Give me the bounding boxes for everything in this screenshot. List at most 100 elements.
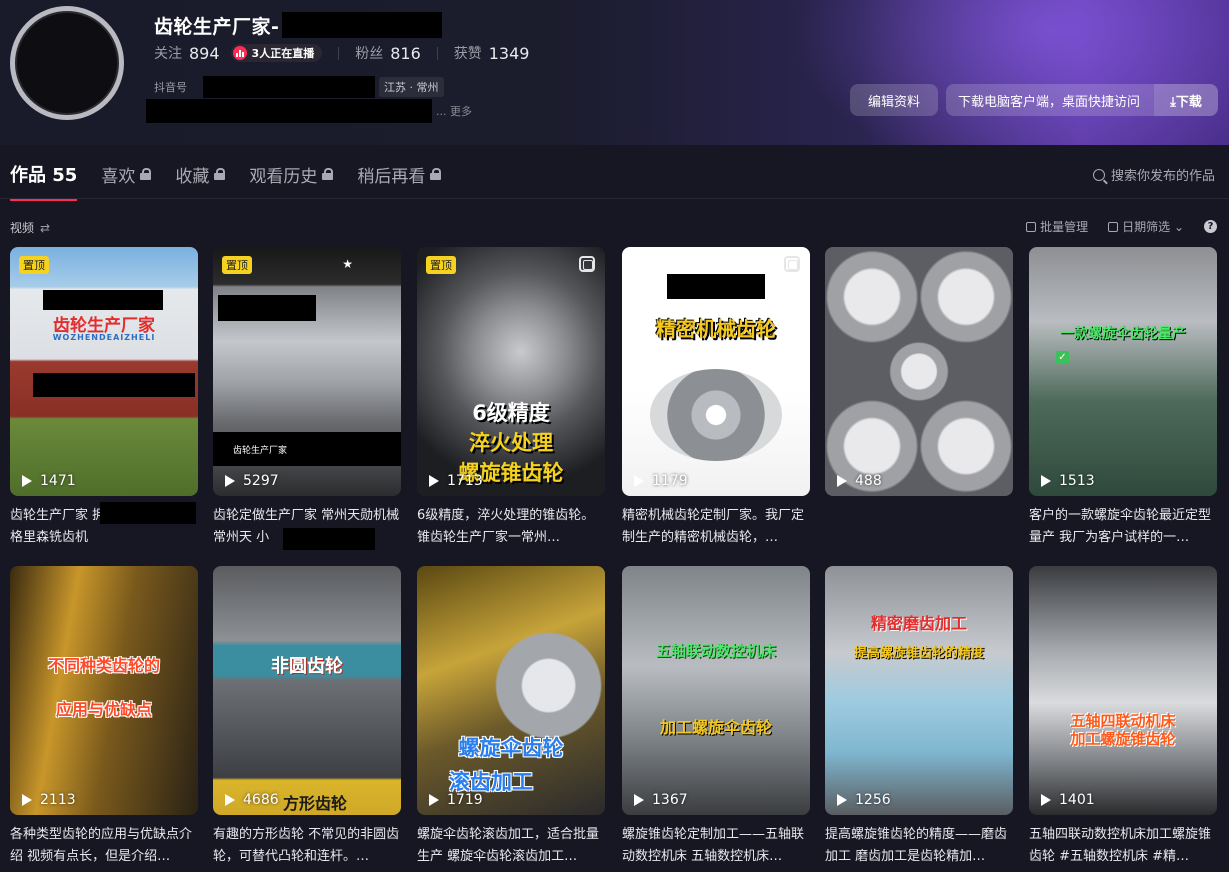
- play-count: 5297: [225, 473, 279, 489]
- follow-count[interactable]: 894: [189, 44, 220, 63]
- video-thumbnail[interactable]: 精密机械齿轮 1179: [622, 247, 810, 496]
- lock-icon: [322, 168, 334, 180]
- multi-image-icon: [579, 256, 595, 272]
- download-client-banner[interactable]: 下载电脑客户端，桌面快捷访问 ⤓下载: [946, 84, 1218, 116]
- play-icon: [225, 794, 235, 806]
- video-description[interactable]: 精密机械齿轮定制厂家。我厂定制生产的精密机械齿轮，…: [622, 505, 810, 549]
- video-description[interactable]: 提高螺旋锥齿轮的精度——磨齿加工 磨齿加工是齿轮精加…: [825, 824, 1013, 868]
- help-icon[interactable]: ?: [1204, 220, 1217, 233]
- video-card[interactable]: 6级精度 淬火处理 螺旋锥齿轮 置顶 1713 6级精度，淬火处理的锥齿轮。锥齿…: [417, 247, 605, 549]
- play-count-value: 488: [855, 473, 882, 489]
- video-card[interactable]: 精密磨齿加工 提高螺旋锥齿轮的精度 1256 提高螺旋锥齿轮的精度——磨齿加工 …: [825, 566, 1013, 868]
- video-card[interactable]: 五轴联动数控机床 加工螺旋伞齿轮 1367 螺旋锥齿轮定制加工——五轴联动数控机…: [622, 566, 810, 868]
- play-count-value: 4686: [243, 792, 279, 808]
- video-thumbnail[interactable]: 螺旋伞齿轮 滚齿加工 1719: [417, 566, 605, 815]
- video-thumbnail[interactable]: 五轴联动数控机床 加工螺旋伞齿轮 1367: [622, 566, 810, 815]
- lock-icon: [214, 168, 226, 180]
- thumbnail-caption: 精密磨齿加工: [870, 614, 967, 633]
- download-button[interactable]: ⤓下载: [1154, 84, 1218, 116]
- play-count-value: 5297: [243, 473, 279, 489]
- tab-likes[interactable]: 喜欢: [101, 160, 152, 188]
- video-thumbnail[interactable]: 488: [825, 247, 1013, 496]
- play-count-value: 1719: [447, 792, 483, 808]
- thumbnail-caption-sub: 方形齿轮: [283, 794, 348, 813]
- thumbnail-caption: 一款螺旋伞齿轮量产: [1060, 326, 1186, 342]
- profile-bio: ... 更多: [146, 99, 472, 123]
- star-icon: ★: [342, 257, 353, 271]
- video-card[interactable]: 不同种类齿轮的 应用与优缺点 2113 各种类型齿轮的应用与优缺点介绍 视频有点…: [10, 566, 198, 868]
- date-filter-label: 日期筛选 ⌄: [1122, 220, 1184, 234]
- video-card[interactable]: 齿轮生产厂家 置顶 ★ 5297 齿轮定做生产厂家 常州天勋机械 常州天 小: [213, 247, 401, 550]
- thumbnail-caption: 精密机械齿轮: [656, 317, 776, 341]
- video-thumbnail[interactable]: 一款螺旋伞齿轮量产 ✓ 1513: [1029, 247, 1217, 496]
- profile-tabs: 作品 55 喜欢 收藏 观看历史 稍后再看: [10, 160, 465, 201]
- video-thumbnail[interactable]: 不同种类齿轮的 应用与优缺点 2113: [10, 566, 198, 815]
- video-description[interactable]: 客户的一款螺旋伞齿轮最近定型量产 我厂为客户试样的一…: [1029, 505, 1217, 549]
- thumbnail-caption: 非圆齿轮: [271, 656, 343, 677]
- video-card[interactable]: 精密机械齿轮 1179 精密机械齿轮定制厂家。我厂定制生产的精密机械齿轮，…: [622, 247, 810, 549]
- video-card[interactable]: 一款螺旋伞齿轮量产 ✓ 1513 客户的一款螺旋伞齿轮最近定型量产 我厂为客户试…: [1029, 247, 1217, 549]
- live-badge[interactable]: 3人正在直播: [230, 44, 323, 62]
- thumbnail-caption-sub: 提高螺旋锥齿轮的精度: [853, 646, 984, 661]
- video-thumbnail[interactable]: 五轴四联动机床 加工螺旋锥齿轮 1401: [1029, 566, 1217, 815]
- thumbnail-caption-sub: 应用与优缺点: [55, 700, 152, 719]
- edit-profile-button[interactable]: 编辑资料: [850, 84, 938, 116]
- pinned-badge: 置顶: [19, 256, 49, 274]
- video-description[interactable]: 6级精度，淬火处理的锥齿轮。锥齿轮生产厂家一常州…: [417, 505, 605, 549]
- video-card[interactable]: 齿轮生产厂家 WOZHENDEAIZHELI 置顶 1471 齿轮生产厂家 拥有…: [10, 247, 198, 549]
- stats-divider: [338, 46, 340, 60]
- play-icon: [837, 475, 847, 487]
- live-text: 3人正在直播: [251, 47, 315, 60]
- redacted-block: [667, 274, 765, 299]
- tab-works[interactable]: 作品 55: [10, 160, 78, 201]
- video-description[interactable]: 五轴四联动数控机床加工螺旋锥齿轮 #五轴数控机床 #精…: [1029, 824, 1217, 868]
- gear-image: [650, 369, 782, 461]
- video-thumbnail[interactable]: 6级精度 淬火处理 螺旋锥齿轮 置顶 1713: [417, 247, 605, 496]
- toolbar: 批量管理 日期筛选 ⌄ ?: [1006, 218, 1217, 235]
- tab-favorites[interactable]: 收藏: [175, 160, 226, 188]
- fans-label[interactable]: 粉丝: [355, 43, 383, 63]
- video-card[interactable]: 488: [825, 247, 1013, 549]
- video-description[interactable]: 螺旋锥齿轮定制加工——五轴联动数控机床 五轴数控机床…: [622, 824, 810, 868]
- profile-header: 齿轮生产厂家- 关注 894 3人正在直播 粉丝 816 获赞 1349 抖音号…: [0, 0, 1229, 145]
- tab-label: 收藏: [175, 166, 210, 187]
- fans-count[interactable]: 816: [390, 44, 421, 63]
- video-description[interactable]: 有趣的方形齿轮 不常见的非圆齿轮，可替代凸轮和连杆。…: [213, 824, 401, 868]
- date-filter-button[interactable]: 日期筛选 ⌄: [1108, 218, 1184, 235]
- redacted-name: [282, 12, 442, 38]
- video-card[interactable]: 五轴四联动机床 加工螺旋锥齿轮 1401 五轴四联动数控机床加工螺旋锥齿轮 #五…: [1029, 566, 1217, 868]
- play-icon: [225, 475, 235, 487]
- video-description[interactable]: [825, 505, 1013, 549]
- checkbox-icon: [1026, 221, 1037, 232]
- redacted-block: [283, 528, 375, 550]
- tab-watch-later[interactable]: 稍后再看: [357, 160, 442, 188]
- video-description[interactable]: 各种类型齿轮的应用与优缺点介绍 视频有点长，但是介绍…: [10, 824, 198, 868]
- tab-history[interactable]: 观看历史: [249, 160, 334, 188]
- video-filter-label[interactable]: 视频: [10, 219, 34, 236]
- play-icon: [22, 475, 32, 487]
- multi-image-icon: [784, 256, 800, 272]
- batch-manage-button[interactable]: 批量管理: [1026, 218, 1088, 235]
- video-thumbnail[interactable]: 齿轮生产厂家 置顶 ★ 5297: [213, 247, 401, 496]
- avatar[interactable]: [10, 6, 124, 120]
- thumbnail-caption: 五轴联动数控机床: [655, 642, 776, 660]
- video-description[interactable]: 螺旋伞齿轮滚齿加工，适合批量生产 螺旋伞齿轮滚齿加工…: [417, 824, 605, 868]
- likes-label: 获赞: [453, 46, 482, 62]
- video-thumbnail[interactable]: 齿轮生产厂家 WOZHENDEAIZHELI 置顶 1471: [10, 247, 198, 496]
- video-card[interactable]: 非圆齿轮 方形齿轮 4686 有趣的方形齿轮 不常见的非圆齿轮，可替代凸轮和连杆…: [213, 566, 401, 868]
- tabs-divider: [0, 198, 1229, 199]
- works-search[interactable]: 搜索你发布的作品: [1092, 165, 1215, 184]
- bio-more-link[interactable]: ... 更多: [436, 103, 472, 119]
- checkmark-icon: ✓: [1056, 351, 1069, 364]
- video-card[interactable]: 螺旋伞齿轮 滚齿加工 1719 螺旋伞齿轮滚齿加工，适合批量生产 螺旋伞齿轮滚齿…: [417, 566, 605, 868]
- video-thumbnail[interactable]: 精密磨齿加工 提高螺旋锥齿轮的精度 1256: [825, 566, 1013, 815]
- play-count: 1367: [634, 792, 688, 808]
- play-count-value: 1367: [652, 792, 688, 808]
- lock-icon: [140, 168, 152, 180]
- filter-icon[interactable]: ⇄: [40, 221, 50, 235]
- play-icon: [1041, 794, 1051, 806]
- follow-label[interactable]: 关注: [154, 43, 182, 63]
- play-count-value: 1179: [652, 473, 688, 489]
- video-thumbnail[interactable]: 非圆齿轮 方形齿轮 4686: [213, 566, 401, 815]
- thumbnail-caption-sub: 淬火处理: [469, 431, 553, 455]
